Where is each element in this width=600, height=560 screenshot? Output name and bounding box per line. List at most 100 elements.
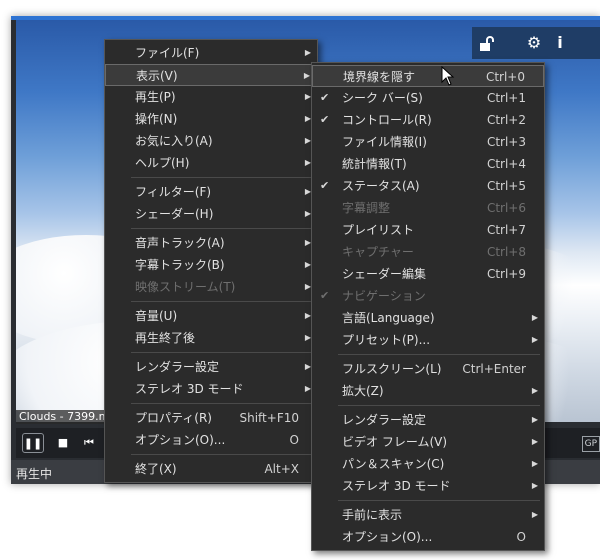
menu-separator <box>338 405 540 406</box>
menu-item-shortcut: Shift+F10 <box>239 411 299 425</box>
menu-item-shortcut: Ctrl+Enter <box>462 362 526 376</box>
menu-item[interactable]: プレイリスト Ctrl+7 <box>312 219 544 241</box>
menu-item[interactable]: 境界線を隠す Ctrl+0 <box>312 65 544 87</box>
menu-item-label: レンダラー設定 <box>342 413 427 427</box>
menu-item[interactable]: 表示(V) ▶ <box>105 64 317 86</box>
menu-item[interactable]: ステレオ 3D モード ▶ <box>105 378 317 400</box>
menu-item[interactable]: 音量(U) ▶ <box>105 305 317 327</box>
menu-item[interactable]: 手前に表示 ▶ <box>312 504 544 526</box>
menu-item[interactable]: ビデオ フレーム(V) ▶ <box>312 431 544 453</box>
submenu-arrow-icon: ▶ <box>531 415 538 424</box>
menu-item[interactable]: 操作(N) ▶ <box>105 108 317 130</box>
menu-item[interactable]: ✔ シーク バー(S) Ctrl+1 <box>312 87 544 109</box>
menu-item-label: 映像ストリーム(T) <box>135 280 236 294</box>
stop-button[interactable]: ■ <box>52 433 74 453</box>
menu-item[interactable]: 終了(X) Alt+X <box>105 458 317 480</box>
menu-item: ✔ ナビゲーション <box>312 285 544 307</box>
menu-item[interactable]: ✔ コントロール(R) Ctrl+2 <box>312 109 544 131</box>
menu-item[interactable]: オプション(O)... O <box>312 526 544 548</box>
menu-item[interactable]: レンダラー設定 ▶ <box>312 409 544 431</box>
unlock-icon[interactable] <box>476 27 496 59</box>
menu-separator <box>338 500 540 501</box>
menu-item-shortcut: O <box>289 433 299 447</box>
menu-item[interactable]: プロパティ(R) Shift+F10 <box>105 407 317 429</box>
menu-item-label: フルスクリーン(L) <box>342 362 442 376</box>
menu-item-label: プリセット(P)... <box>342 333 431 347</box>
menu-item-shortcut: Ctrl+9 <box>486 267 526 281</box>
menu-item[interactable]: フィルター(F) ▶ <box>105 181 317 203</box>
submenu-arrow-icon: ▶ <box>303 71 310 80</box>
submenu-arrow-icon: ▶ <box>531 437 538 446</box>
menu-item[interactable]: 再生(P) ▶ <box>105 86 317 108</box>
menu-item[interactable]: フルスクリーン(L) Ctrl+Enter <box>312 358 544 380</box>
menu-item[interactable]: オプション(O)... O <box>105 429 317 451</box>
menu-item[interactable]: レンダラー設定 ▶ <box>105 356 317 378</box>
menu-item[interactable]: パン＆スキャン(C) ▶ <box>312 453 544 475</box>
menu-item[interactable]: 字幕トラック(B) ▶ <box>105 254 317 276</box>
submenu-arrow-icon: ▶ <box>304 48 311 57</box>
menu-item-label: 拡大(Z) <box>342 384 384 398</box>
menu-item[interactable]: 統計情報(T) Ctrl+4 <box>312 153 544 175</box>
menu-separator <box>131 228 313 229</box>
menu-item[interactable]: 音声トラック(A) ▶ <box>105 232 317 254</box>
menu-separator <box>131 301 313 302</box>
menu-item-label: ヘルプ(H) <box>135 156 190 170</box>
menu-item: キャプチャー Ctrl+8 <box>312 241 544 263</box>
menu-item[interactable]: ステレオ 3D モード ▶ <box>312 475 544 497</box>
previous-button[interactable]: ⏮ <box>78 433 100 453</box>
submenu-arrow-icon: ▶ <box>531 510 538 519</box>
menu-item-label: キャプチャー <box>342 245 414 259</box>
menu-item-label: 字幕トラック(B) <box>135 258 225 272</box>
menu-item-label: 統計情報(T) <box>342 157 407 171</box>
menu-item-shortcut: Ctrl+3 <box>486 135 526 149</box>
menu-separator <box>131 177 313 178</box>
gpu-indicator: GP <box>581 436 600 452</box>
menu-item-label: 音声トラック(A) <box>135 236 225 250</box>
menu-item[interactable]: シェーダー編集 Ctrl+9 <box>312 263 544 285</box>
menu-item-label: 字幕調整 <box>342 201 391 215</box>
menu-item[interactable]: 拡大(Z) ▶ <box>312 380 544 402</box>
video-top-toolbar: ⚙ i <box>472 27 600 59</box>
menu-item-shortcut: Ctrl+7 <box>486 223 526 237</box>
gear-icon[interactable]: ⚙ <box>524 27 544 59</box>
submenu-arrow-icon: ▶ <box>531 313 538 322</box>
menu-item[interactable]: ✔ ステータス(A) Ctrl+5 <box>312 175 544 197</box>
menu-item[interactable]: ファイル(F) ▶ <box>105 42 317 64</box>
menu-separator <box>338 354 540 355</box>
menu-item-shortcut: Ctrl+6 <box>486 201 526 215</box>
menu-item[interactable]: プリセット(P)... ▶ <box>312 329 544 351</box>
menu-item-shortcut: Ctrl+5 <box>486 179 526 193</box>
menu-item-label: コントロール(R) <box>342 113 432 127</box>
menu-item-label: お気に入り(A) <box>135 134 213 148</box>
view-submenu: 境界線を隠す Ctrl+0 ✔ シーク バー(S) Ctrl+1 ✔ コントロール(R) Ct… <box>311 62 545 551</box>
menu-item-label: 境界線を隠す <box>343 70 416 84</box>
context-menu: ファイル(F) ▶ 表示(V) ▶ 再生(P) ▶ 操作(N) ▶ お気に入り(A) ▶ ヘルプ(H… <box>104 39 318 483</box>
info-icon[interactable]: i <box>550 27 570 59</box>
menu-item-label: ナビゲーション <box>342 289 426 303</box>
menu-item-label: ステレオ 3D モード <box>342 479 451 493</box>
menu-item-label: 言語(Language) <box>342 311 435 325</box>
menu-item[interactable]: 再生終了後 ▶ <box>105 327 317 349</box>
menu-item-label: ステレオ 3D モード <box>135 382 244 396</box>
menu-item-label: オプション(O)... <box>135 433 226 447</box>
menu-item-shortcut: Ctrl+4 <box>486 157 526 171</box>
menu-item[interactable]: お気に入り(A) ▶ <box>105 130 317 152</box>
checkmark-icon: ✔ <box>320 289 330 302</box>
menu-item[interactable]: ヘルプ(H) ▶ <box>105 152 317 174</box>
menu-item-shortcut: Ctrl+2 <box>486 113 526 127</box>
menu-item-shortcut: Ctrl+8 <box>486 245 526 259</box>
pause-button[interactable]: ❚❚ <box>22 433 44 453</box>
checkmark-icon: ✔ <box>320 179 330 192</box>
menu-item[interactable]: シェーダー(H) ▶ <box>105 203 317 225</box>
menu-item-label: フィルター(F) <box>135 185 212 199</box>
menu-item-label: ファイル(F) <box>135 46 200 60</box>
menu-item-shortcut: Ctrl+1 <box>486 91 526 105</box>
menu-item: 映像ストリーム(T) ▶ <box>105 276 317 298</box>
menu-item-label: シェーダー編集 <box>342 267 427 281</box>
menu-item-label: 表示(V) <box>136 69 178 83</box>
menu-item-shortcut: Ctrl+0 <box>485 70 525 84</box>
menu-item[interactable]: 言語(Language) ▶ <box>312 307 544 329</box>
menu-separator <box>131 352 313 353</box>
menu-item[interactable]: ファイル情報(I) Ctrl+3 <box>312 131 544 153</box>
menu-item: 字幕調整 Ctrl+6 <box>312 197 544 219</box>
